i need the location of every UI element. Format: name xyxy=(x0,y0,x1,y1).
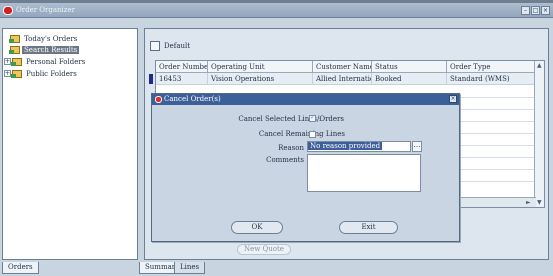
folder-view-icon[interactable] xyxy=(150,41,160,51)
expand-icon[interactable]: + xyxy=(4,58,11,65)
ok-button[interactable]: OK xyxy=(231,221,283,234)
scroll-up-icon[interactable]: ▲ xyxy=(537,62,542,69)
table-row[interactable]: 16453 Vision Operations Allied Internati… xyxy=(156,73,536,85)
scroll-right-icon[interactable]: ► xyxy=(526,199,531,206)
reason-value: No reason provided xyxy=(308,142,383,150)
minimize-button[interactable]: – xyxy=(521,6,530,15)
dialog-title: Cancel Order(s) xyxy=(152,94,459,105)
column-header[interactable]: Status xyxy=(372,61,447,73)
cancel-selected-checkbox[interactable] xyxy=(309,113,316,122)
default-label: Default xyxy=(164,42,191,50)
column-header[interactable]: Customer Name xyxy=(313,61,372,73)
tree-item-label: Public Folders xyxy=(26,69,77,78)
oracle-app-icon xyxy=(3,6,13,15)
table-cell: Allied International xyxy=(313,73,372,85)
close-window-button[interactable]: × xyxy=(541,6,550,15)
column-header[interactable]: Order Number xyxy=(156,61,208,73)
folder-icon xyxy=(9,34,20,43)
current-row-indicator xyxy=(149,74,153,84)
vertical-scrollbar[interactable]: ▲ ▼ xyxy=(534,61,544,207)
grid-header: Order Number Operating Unit Customer Nam… xyxy=(156,61,536,73)
window-titlebar: Order Organizer – □ × xyxy=(0,3,553,18)
tree-item-label: Today's Orders xyxy=(24,34,78,43)
folder-icon xyxy=(9,45,20,54)
cancel-selected-label: Cancel Selected Lines/Orders xyxy=(238,115,344,123)
tree-item-label: Search Results xyxy=(22,45,80,54)
maximize-button[interactable]: □ xyxy=(531,6,540,15)
new-quote-button[interactable]: New Quote xyxy=(237,244,291,255)
tree-item-public-folders[interactable]: + Public Folders xyxy=(4,68,79,79)
tree-item-todays-orders[interactable]: Today's Orders xyxy=(9,33,79,44)
oracle-app-icon xyxy=(155,96,162,103)
table-cell: Vision Operations xyxy=(208,73,313,85)
lines-tab[interactable]: Lines xyxy=(174,262,206,274)
table-cell: Standard (WMS) xyxy=(447,73,536,85)
reason-field[interactable]: No reason provided xyxy=(307,141,411,152)
tree-item-personal-folders[interactable]: + Personal Folders xyxy=(4,56,87,67)
table-cell: Booked xyxy=(372,73,447,85)
table-cell: 16453 xyxy=(156,73,208,85)
window-title: Order Organizer xyxy=(16,6,75,14)
tree-item-search-results[interactable]: Search Results xyxy=(9,44,80,55)
reason-label: Reason xyxy=(278,144,304,152)
expand-icon[interactable]: + xyxy=(4,70,11,77)
comments-label: Comments xyxy=(266,156,304,164)
folder-icon xyxy=(11,57,22,66)
column-header[interactable]: Operating Unit xyxy=(208,61,313,73)
column-header[interactable]: Order Type xyxy=(447,61,536,73)
close-icon[interactable]: × xyxy=(449,95,457,103)
exit-button[interactable]: Exit xyxy=(339,221,398,234)
cancel-remaining-checkbox[interactable] xyxy=(309,131,316,138)
tree-item-label: Personal Folders xyxy=(26,57,86,66)
suffix-dot: . xyxy=(319,115,322,123)
window-controls: – □ × xyxy=(521,6,550,15)
folder-icon xyxy=(11,69,22,78)
scroll-down-icon[interactable]: ▼ xyxy=(537,199,542,206)
cancel-remaining-label: Cancel Remaining Lines xyxy=(258,130,345,138)
reason-lov-button[interactable]: … xyxy=(412,141,422,152)
suffix-dot: . xyxy=(319,130,322,138)
orders-tab[interactable]: Orders xyxy=(2,262,39,274)
comments-field[interactable] xyxy=(307,154,421,192)
folder-tree-panel: Today's Orders Search Results + Personal… xyxy=(2,28,138,260)
